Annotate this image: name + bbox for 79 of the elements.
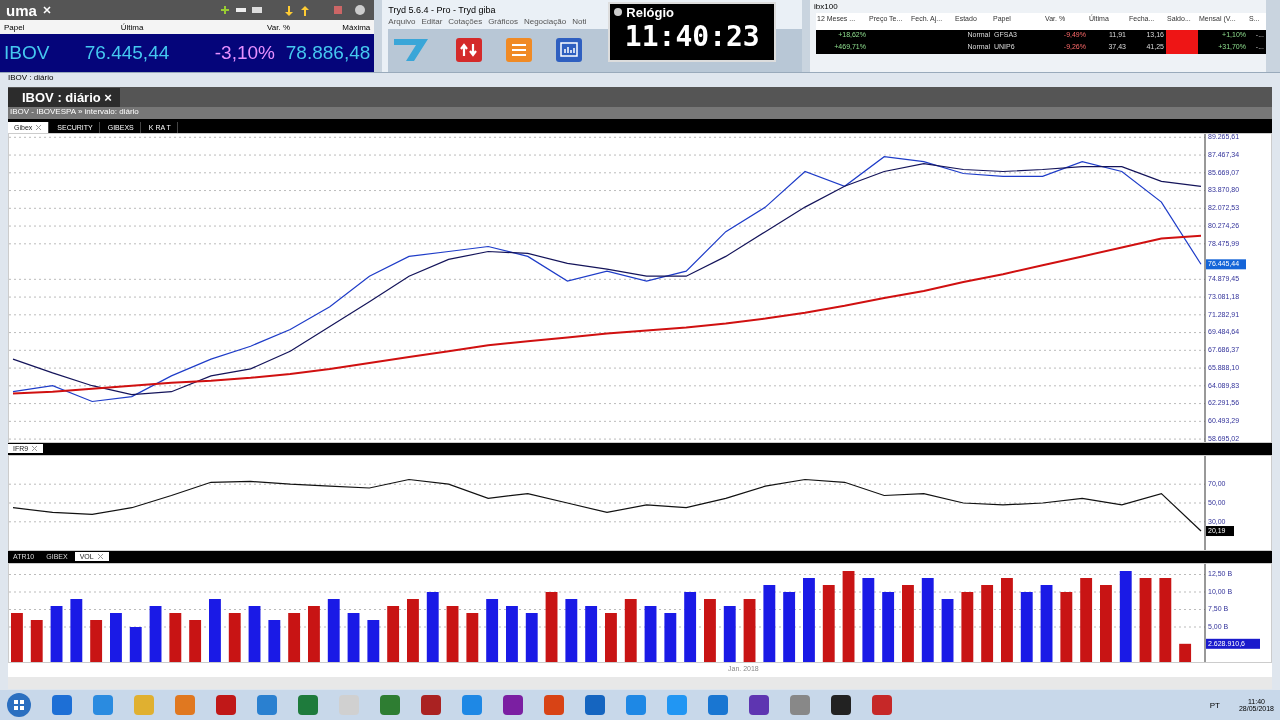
- volume-bar: [347, 612, 360, 662]
- volume-bar: [466, 612, 479, 662]
- clock-icon: [613, 7, 624, 17]
- volume-bar: [941, 598, 954, 662]
- volume-bar: [1060, 591, 1073, 662]
- start-button[interactable]: [6, 692, 32, 718]
- send-order-icon[interactable]: [456, 38, 483, 63]
- window-title: IBOV : diário: [8, 72, 55, 84]
- app-icon[interactable]: [502, 694, 524, 716]
- table-cell-text: IBOV: [3, 41, 51, 64]
- app-icon[interactable]: [420, 694, 442, 716]
- volume-bar: [70, 598, 83, 662]
- clock-title: Relógio: [626, 4, 674, 20]
- volume-bar: [882, 591, 895, 662]
- volume-bar: [684, 591, 697, 662]
- table-cell: [1166, 42, 1198, 54]
- volume-bar: [209, 598, 221, 662]
- volume-bar: [743, 598, 756, 662]
- table-cell-text: 78.886,48: [284, 41, 372, 64]
- column-header[interactable]: Var. %: [196, 22, 294, 32]
- volume-bar: [624, 598, 637, 662]
- volume-bar: [525, 612, 538, 662]
- list-icon[interactable]: [506, 38, 533, 63]
- volume-bar: [50, 605, 63, 662]
- column-header[interactable]: Papel: [0, 22, 68, 32]
- volume-bar: [446, 605, 459, 662]
- volume-bar: [387, 605, 400, 662]
- volume-bar: [169, 612, 182, 662]
- volume-bar: [704, 598, 716, 662]
- column-header[interactable]: Última: [68, 22, 196, 32]
- menu-item[interactable]: Negociação: [523, 17, 567, 26]
- volume-bar: [228, 612, 241, 662]
- volume-bar: [149, 605, 162, 662]
- language-indicator[interactable]: PT: [1209, 700, 1220, 710]
- volume-bar: [327, 598, 340, 662]
- widget-title[interactable]: uma: [6, 1, 37, 19]
- menu-item[interactable]: Cotações: [448, 17, 483, 26]
- volume-bar: [605, 612, 617, 662]
- volume-bar: [30, 619, 43, 662]
- app-icon[interactable]: [830, 694, 852, 716]
- menu-item[interactable]: Arquivo: [388, 17, 416, 26]
- volume-bar: [545, 591, 558, 662]
- volume-bar: [110, 612, 122, 662]
- clock-time: 11:40:23: [623, 20, 761, 53]
- volume-bar: [11, 612, 23, 662]
- chart-icon[interactable]: [556, 38, 583, 63]
- volume-bar: [367, 619, 380, 662]
- window-title: ibx100: [813, 1, 839, 13]
- table-cell: [1166, 30, 1198, 42]
- volume-bar: [189, 619, 202, 662]
- volume-bar: [585, 605, 598, 662]
- column-header[interactable]: Máxima: [294, 22, 375, 32]
- volume-bar: [783, 591, 796, 662]
- volume-bar: [486, 598, 499, 662]
- volume-bar: [90, 619, 103, 662]
- volume-bar: [129, 626, 142, 662]
- volume-bar: [1020, 591, 1033, 662]
- volume-bar: [723, 605, 736, 662]
- volume-bar: [407, 598, 419, 662]
- volume-bar: [565, 598, 578, 662]
- table-cell-text: 76.445,44: [83, 41, 171, 64]
- window-tab[interactable]: IBOV : diário ×: [8, 87, 120, 107]
- volume-bar: [644, 605, 657, 662]
- volume-bar: [268, 619, 281, 662]
- volume-bar: [1179, 643, 1192, 662]
- volume-bar: [288, 612, 301, 662]
- app-icon[interactable]: [748, 694, 770, 716]
- menu-item[interactable]: Editar: [421, 17, 443, 26]
- volume-bar: [506, 605, 518, 662]
- volume-bar: [308, 605, 320, 662]
- menu-item[interactable]: Noti: [572, 17, 587, 26]
- volume-bar: [426, 591, 439, 662]
- volume-bar: [248, 605, 261, 662]
- table-cell-text: -3,10%: [213, 41, 276, 64]
- close-icon[interactable]: ×: [104, 89, 112, 105]
- menu-item[interactable]: Gráficos: [488, 17, 518, 26]
- window-title: Tryd 5.6.4 - Pro - Tryd giba: [388, 4, 496, 17]
- volume-bar: [961, 591, 974, 662]
- volume-bar: [664, 612, 677, 662]
